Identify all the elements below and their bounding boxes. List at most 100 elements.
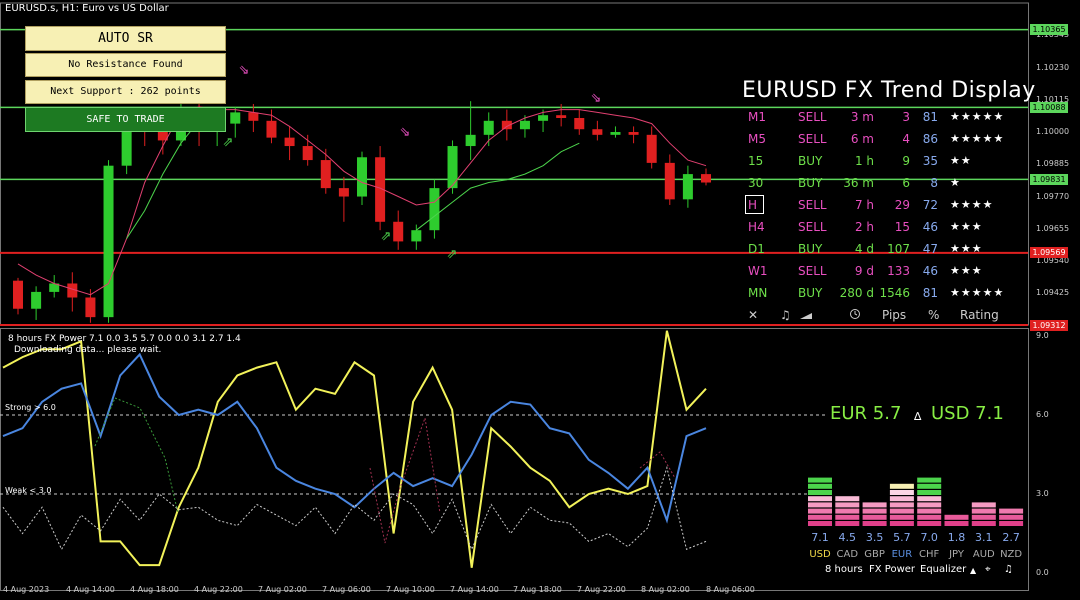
eq-bar-NZD [999,521,1024,526]
eq-bar-EUR [889,514,914,520]
trend-pct: 46 [922,220,938,234]
percent-header: % [928,308,940,322]
trend-row[interactable]: D1 BUY 4 d 107 47 ★★★ [742,240,1032,262]
eq-bar-AUD [971,521,996,526]
eq-bar-CHF [917,521,942,526]
price-tick: 1.10230 [1036,62,1070,72]
eq-currency: CAD [836,549,859,560]
fx-series-ref-dashed-white [2,465,707,551]
trend-dir: BUY [798,176,823,190]
eq-bar-EUR [889,490,914,495]
eq-value: 7.1 [811,531,829,544]
trend-pips: 29 [894,198,910,212]
trend-stars: ★★★★ [950,198,994,211]
eq-currency: AUD [972,549,995,560]
trend-pips: 3 [902,110,910,124]
candle-body [85,297,96,318]
candle-body [266,120,277,138]
eq-bar-CHF [917,483,942,489]
time-tick: 4 Aug 2023 [3,585,50,594]
trend-row[interactable]: M1 SELL 3 m 3 81 ★★★★★ [742,108,1032,130]
candle-body [592,129,603,135]
current-timeframe-box [745,195,764,214]
trend-row[interactable]: 15 BUY 1 h 9 35 ★★ [742,152,1032,174]
sound-icon[interactable]: ♫ [780,308,791,322]
eq-bar-CAD [835,508,860,514]
eq-hours[interactable]: 8 hours [825,564,863,575]
eq-value: 3.5 [865,531,884,544]
music-note-icon[interactable]: ♫ [1004,564,1013,575]
auto-sr-title: AUTO SR [25,26,226,51]
trend-dir: SELL [798,220,827,234]
trend-tf: W1 [748,264,768,278]
candle-body [429,188,440,231]
candle-body [411,230,422,242]
signal-arrow-1: ⇗ [223,135,234,150]
delta-icon: ∆ [914,410,922,423]
eq-currency: CHF [919,549,940,560]
trend-pct: 81 [922,110,938,124]
candle-body [646,134,657,163]
trend-row[interactable]: MN BUY 280 d 1546 81 ★★★★★ [742,284,1032,306]
trend-stars: ★★★ [950,242,983,255]
trend-stars: ★ [950,176,961,189]
usd-strength: USD 7.1 [931,403,1004,424]
trend-dur: 6 m [850,132,874,146]
weak-level-label: Weak < 3.0 [5,486,52,495]
trend-row[interactable]: H SELL 7 h 29 72 ★★★★ [742,195,1032,218]
price-tick: 1.09770 [1036,191,1070,201]
eq-bar-JPY [944,521,969,526]
price-tag-4: 1.09312 [1030,319,1068,331]
signal-arrow-5: ⇘ [591,91,602,106]
safe-to-trade-badge: SAFE TO TRADE [25,107,226,132]
signal-arrow-2: ⇘ [400,125,411,140]
candle-body [701,174,711,183]
candle-body [357,157,367,197]
eq-fx-power[interactable]: FX Power [869,564,915,575]
trend-stars: ★★★★★ [950,132,1005,145]
trend-row[interactable]: H4 SELL 2 h 15 46 ★★★ [742,218,1032,240]
trend-dur: 1 h [854,154,874,168]
trend-pips: 9 [902,154,910,168]
trend-tf: D1 [748,242,765,256]
eq-bar-GBP [862,502,887,508]
trend-dur: 9 d [854,264,874,278]
eur-strength: EUR 5.7 [830,403,902,424]
eq-bar-USD [808,514,832,520]
signal-arrow-0: ⇘ [239,63,250,78]
pips-header: Pips [882,308,907,322]
trend-pips: 1546 [879,286,910,300]
close-icon[interactable]: ✕ [748,308,758,322]
trend-row[interactable]: W1 SELL 9 d 133 46 ★★★ [742,262,1032,284]
trend-row[interactable]: M5 SELL 6 m 4 86 ★★★★★ [742,130,1032,152]
up-arrow-icon[interactable]: ▲ [970,566,976,575]
price-tag-0: 1.10365 [1030,24,1068,36]
trend-pct: 86 [922,132,938,146]
eq-equalizer[interactable]: Equalizer [920,564,966,575]
fx-series-EUR [2,352,707,524]
signal-arrow-4: ⇗ [447,247,458,262]
time-tick: 8 Aug 06:00 [706,585,755,594]
candle-body [230,112,241,124]
trend-stars: ★★★★★ [950,286,1005,299]
candle-body [465,134,476,147]
trend-tf: MN [748,286,768,300]
trend-pct: 81 [922,286,938,300]
price-tick: 1.09885 [1036,159,1070,169]
eq-bar-CHF [917,514,942,520]
eq-bar-USD [808,508,832,514]
rating-header: Rating [960,308,999,322]
price-tick: 1.09425 [1036,288,1070,298]
trend-row[interactable]: 30 BUY 36 m 6 8 ★ [742,174,1032,196]
price-tag-2: 1.09831 [1030,173,1068,185]
trend-stars: ★★★ [950,220,983,233]
target-icon[interactable]: ⌖ [985,564,991,575]
fx-series-USD [2,330,707,568]
candle-body [682,174,693,200]
eq-bar-GBP [862,508,887,514]
time-tick: 4 Aug 22:00 [194,585,243,594]
trend-pips: 4 [902,132,910,146]
eq-bar-AUD [971,502,996,508]
trend-dur: 7 h [854,198,874,212]
trend-pct: 8 [930,176,938,190]
